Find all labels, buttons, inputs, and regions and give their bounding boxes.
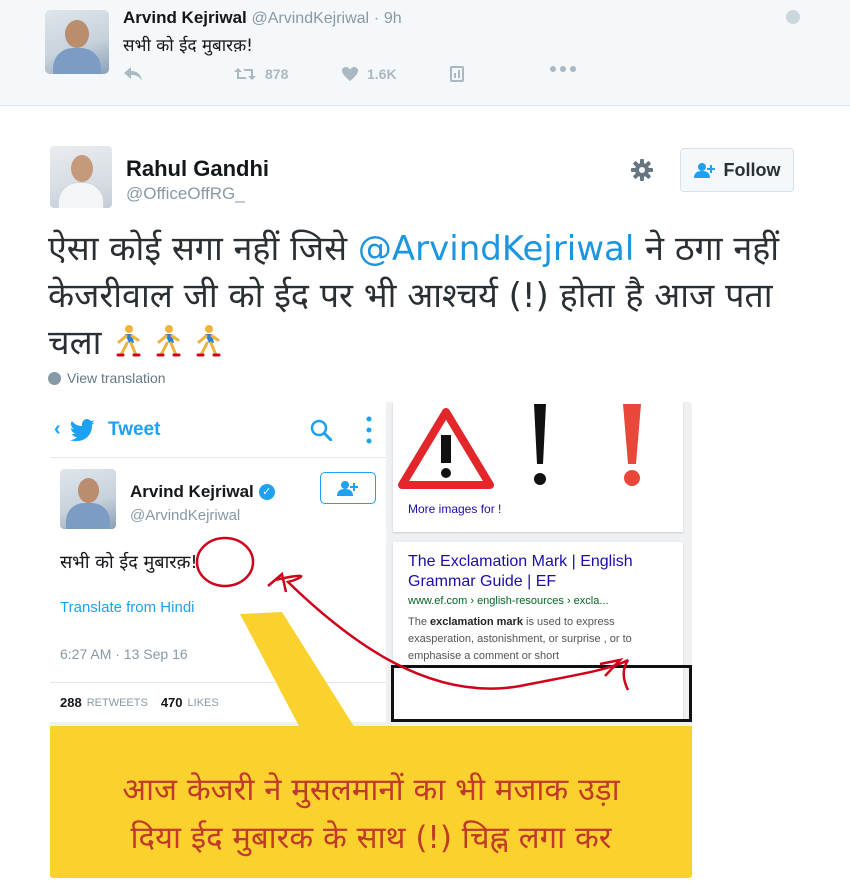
analytics-button[interactable]: [450, 66, 464, 82]
inner-timestamp: 6:27 AM · 13 Sep 16: [60, 646, 188, 662]
inner-author-handle: @ArvindKejriwal: [130, 507, 241, 524]
more-images-link: More images for !: [408, 502, 502, 516]
more-vertical-icon: [366, 416, 372, 444]
reply-icon: [124, 67, 142, 81]
author-handle[interactable]: @ArvindKejriwal: [252, 10, 370, 27]
avatar-body: [66, 503, 110, 529]
globe-icon: [48, 371, 61, 385]
image-results-card: More images for !: [393, 402, 683, 532]
avatar-face: [71, 155, 93, 182]
retweet-button[interactable]: 878: [233, 66, 288, 82]
runner-emoji: [116, 325, 141, 357]
mention-link[interactable]: @ArvindKejriwal: [358, 229, 634, 269]
snippet-bold: exclamation mark: [430, 616, 523, 628]
gear-icon[interactable]: [630, 158, 654, 182]
inner-tweet-stats: 288 RETWEETS 470 LIKES: [50, 682, 386, 722]
inner-author-name-text: Arvind Kejriwal: [130, 482, 254, 501]
twitter-bird-icon: [70, 419, 95, 441]
avatar-face: [78, 478, 99, 503]
quoted-tweet[interactable]: Arvind Kejriwal @ArvindKejriwal · 9h सभी…: [0, 0, 850, 106]
annotation-box: [391, 665, 692, 722]
follow-label: Follow: [723, 159, 781, 180]
inner-tweet-text: सभी को ईद मुबारक़!: [60, 552, 198, 573]
analytics-icon: [450, 66, 464, 82]
retweets-caption: RETWEETS: [86, 696, 148, 709]
more-icon: [550, 66, 576, 72]
globe-icon: [786, 10, 800, 24]
retweet-count: 878: [265, 66, 289, 82]
caption-line: दिया ईद मुबारक के साथ (!) चिह्न लगा कर: [130, 820, 612, 856]
inner-author-name: Arvind Kejriwal ✓: [130, 482, 275, 502]
avatar: [60, 469, 116, 529]
heart-icon: [342, 67, 358, 81]
author-name[interactable]: Rahul Gandhi: [126, 156, 269, 182]
caption-line: आज केजरी ने मुसलमानों का भी मजाक उड़ा: [122, 772, 620, 808]
author-handle[interactable]: @OfficeOffRG_: [126, 184, 245, 204]
runner-emoji: [196, 325, 221, 357]
tweet-media-image[interactable]: ‹ Tweet Arvind Kejriwal ✓ @ArvindKejriwa…: [50, 402, 692, 878]
reply-button[interactable]: [123, 66, 143, 82]
verified-icon: ✓: [258, 484, 275, 500]
likes-caption: LIKES: [187, 696, 219, 709]
like-button[interactable]: 1.6K: [341, 66, 397, 82]
retweets-count: 288: [60, 695, 82, 710]
separator: ·: [373, 10, 380, 27]
tweet-text-part: ऐसा कोई सगा नहीं जिसे: [48, 229, 358, 269]
app-header: ‹ Tweet: [50, 402, 386, 458]
inner-translate-link: Translate from Hindi: [60, 599, 195, 616]
inner-follow-button: [320, 472, 376, 504]
avatar-face: [65, 20, 89, 48]
avatar-body: [58, 182, 104, 208]
warning-triangle-icon: [398, 408, 494, 489]
follow-button[interactable]: Follow: [680, 148, 794, 192]
app-title: Tweet: [108, 419, 161, 440]
tweet-text: सभी को ईद मुबारक़!: [123, 36, 253, 56]
add-user-icon: [337, 481, 358, 496]
exclamation-red-icon: [623, 404, 641, 486]
more-button[interactable]: [550, 66, 576, 72]
view-translation-label: View translation: [67, 370, 166, 386]
view-translation-link[interactable]: View translation: [48, 370, 166, 386]
caption-banner: आज केजरी ने मुसलमानों का भी मजाक उड़ा दि…: [50, 726, 692, 878]
back-icon: ‹: [54, 418, 61, 440]
tweet-text: ऐसा कोई सगा नहीं जिसे @ArvindKejriwal ने…: [48, 226, 818, 367]
snippet-text: The: [408, 616, 431, 628]
search-icon: [310, 419, 332, 441]
search-result-url: www.ef.com › english-resources › excla..…: [408, 595, 609, 607]
add-user-icon: [693, 163, 715, 178]
avatar[interactable]: [50, 146, 112, 208]
timestamp[interactable]: 9h: [384, 10, 402, 27]
avatar-body: [53, 48, 101, 74]
like-count: 1.6K: [367, 66, 397, 82]
exclamation-black-icon: [534, 404, 546, 485]
quoted-tweet-header: Arvind Kejriwal @ArvindKejriwal · 9h: [123, 8, 402, 28]
caption-text: आज केजरी ने मुसलमानों का भी मजाक उड़ा दि…: [50, 766, 692, 862]
retweet-icon: [234, 68, 256, 80]
embedded-tweet-screenshot: ‹ Tweet Arvind Kejriwal ✓ @ArvindKejriwa…: [50, 402, 386, 722]
likes-count: 470: [160, 695, 183, 710]
runner-emoji: [156, 325, 181, 357]
author-name[interactable]: Arvind Kejriwal: [123, 8, 247, 27]
search-result-snippet: The exclamation mark is used to express …: [408, 614, 676, 665]
search-result-title: The Exclamation Mark | English Grammar G…: [408, 553, 633, 590]
avatar[interactable]: [45, 10, 109, 74]
